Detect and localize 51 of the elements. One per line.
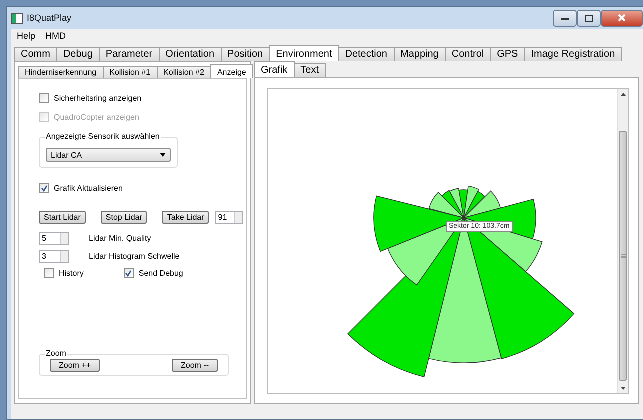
minimize-icon — [561, 16, 569, 20]
field-label: Lidar Histogram Schwelle — [89, 252, 180, 261]
tab[interactable]: GPS — [490, 47, 526, 61]
checkmark-icon — [40, 184, 48, 192]
spin-box[interactable]: 3 — [39, 250, 69, 263]
app-icon — [11, 12, 23, 24]
tab[interactable]: Detection — [338, 47, 394, 61]
tab[interactable]: Kollision #2 — [156, 66, 212, 78]
scroll-down-icon — [620, 386, 626, 390]
tab[interactable]: Debug — [56, 47, 100, 61]
tab[interactable]: Anzeige — [210, 64, 254, 78]
tab[interactable]: Position — [220, 47, 270, 61]
scrollbar[interactable] — [617, 89, 628, 393]
close-button[interactable] — [601, 10, 643, 26]
scroll-up-icon — [620, 92, 626, 96]
checkbox[interactable]: Grafik Aktualisieren — [39, 183, 246, 193]
window-title: I8QuatPlay — [27, 13, 73, 23]
tab[interactable]: Parameter — [98, 47, 160, 61]
tab[interactable]: Image Registration — [524, 47, 622, 61]
tab[interactable]: Hinderniserkennung — [18, 66, 104, 78]
menu-item[interactable]: Help — [17, 30, 36, 40]
group-title: Angezeigte Sensorik auswählen — [45, 132, 161, 141]
group-title: Zoom — [45, 349, 68, 358]
checkbox[interactable]: Send Debug — [124, 268, 184, 278]
spin-box[interactable]: 91 — [215, 211, 244, 224]
dropdown[interactable]: Lidar CA — [46, 148, 171, 162]
grip-icon — [620, 254, 626, 258]
tab[interactable]: Control — [444, 47, 492, 61]
zoom-button[interactable]: Zoom ++ — [50, 359, 100, 372]
menu-item[interactable]: HMD — [46, 30, 66, 40]
tab[interactable]: Grafik — [254, 61, 295, 77]
caret-icon — [160, 153, 166, 157]
tab[interactable]: Kollision #1 — [102, 66, 158, 78]
maximize-icon — [585, 14, 593, 22]
checkbox[interactable]: History — [44, 268, 84, 278]
close-icon — [618, 14, 626, 22]
lidar-button[interactable]: Take Lidar — [162, 211, 210, 224]
lidar-button[interactable]: Stop Lidar — [100, 211, 148, 224]
checkbox[interactable]: Sicherheitsring anzeigen — [39, 93, 246, 103]
field-label: Lidar Min. Quality — [89, 234, 152, 243]
tab[interactable]: Text — [294, 63, 326, 77]
minimize-button[interactable] — [553, 10, 577, 26]
tab[interactable]: Comm — [14, 47, 58, 61]
tab[interactable]: Environment — [269, 45, 340, 61]
checkmark-icon — [125, 270, 132, 276]
tab[interactable]: Mapping — [394, 47, 446, 61]
tab[interactable]: Orientation — [158, 47, 222, 61]
lidar-button[interactable]: Start Lidar — [39, 211, 86, 224]
zoom-button[interactable]: Zoom -- — [172, 359, 218, 372]
spin-box[interactable]: 5 — [39, 232, 69, 245]
maximize-button[interactable] — [577, 10, 601, 26]
